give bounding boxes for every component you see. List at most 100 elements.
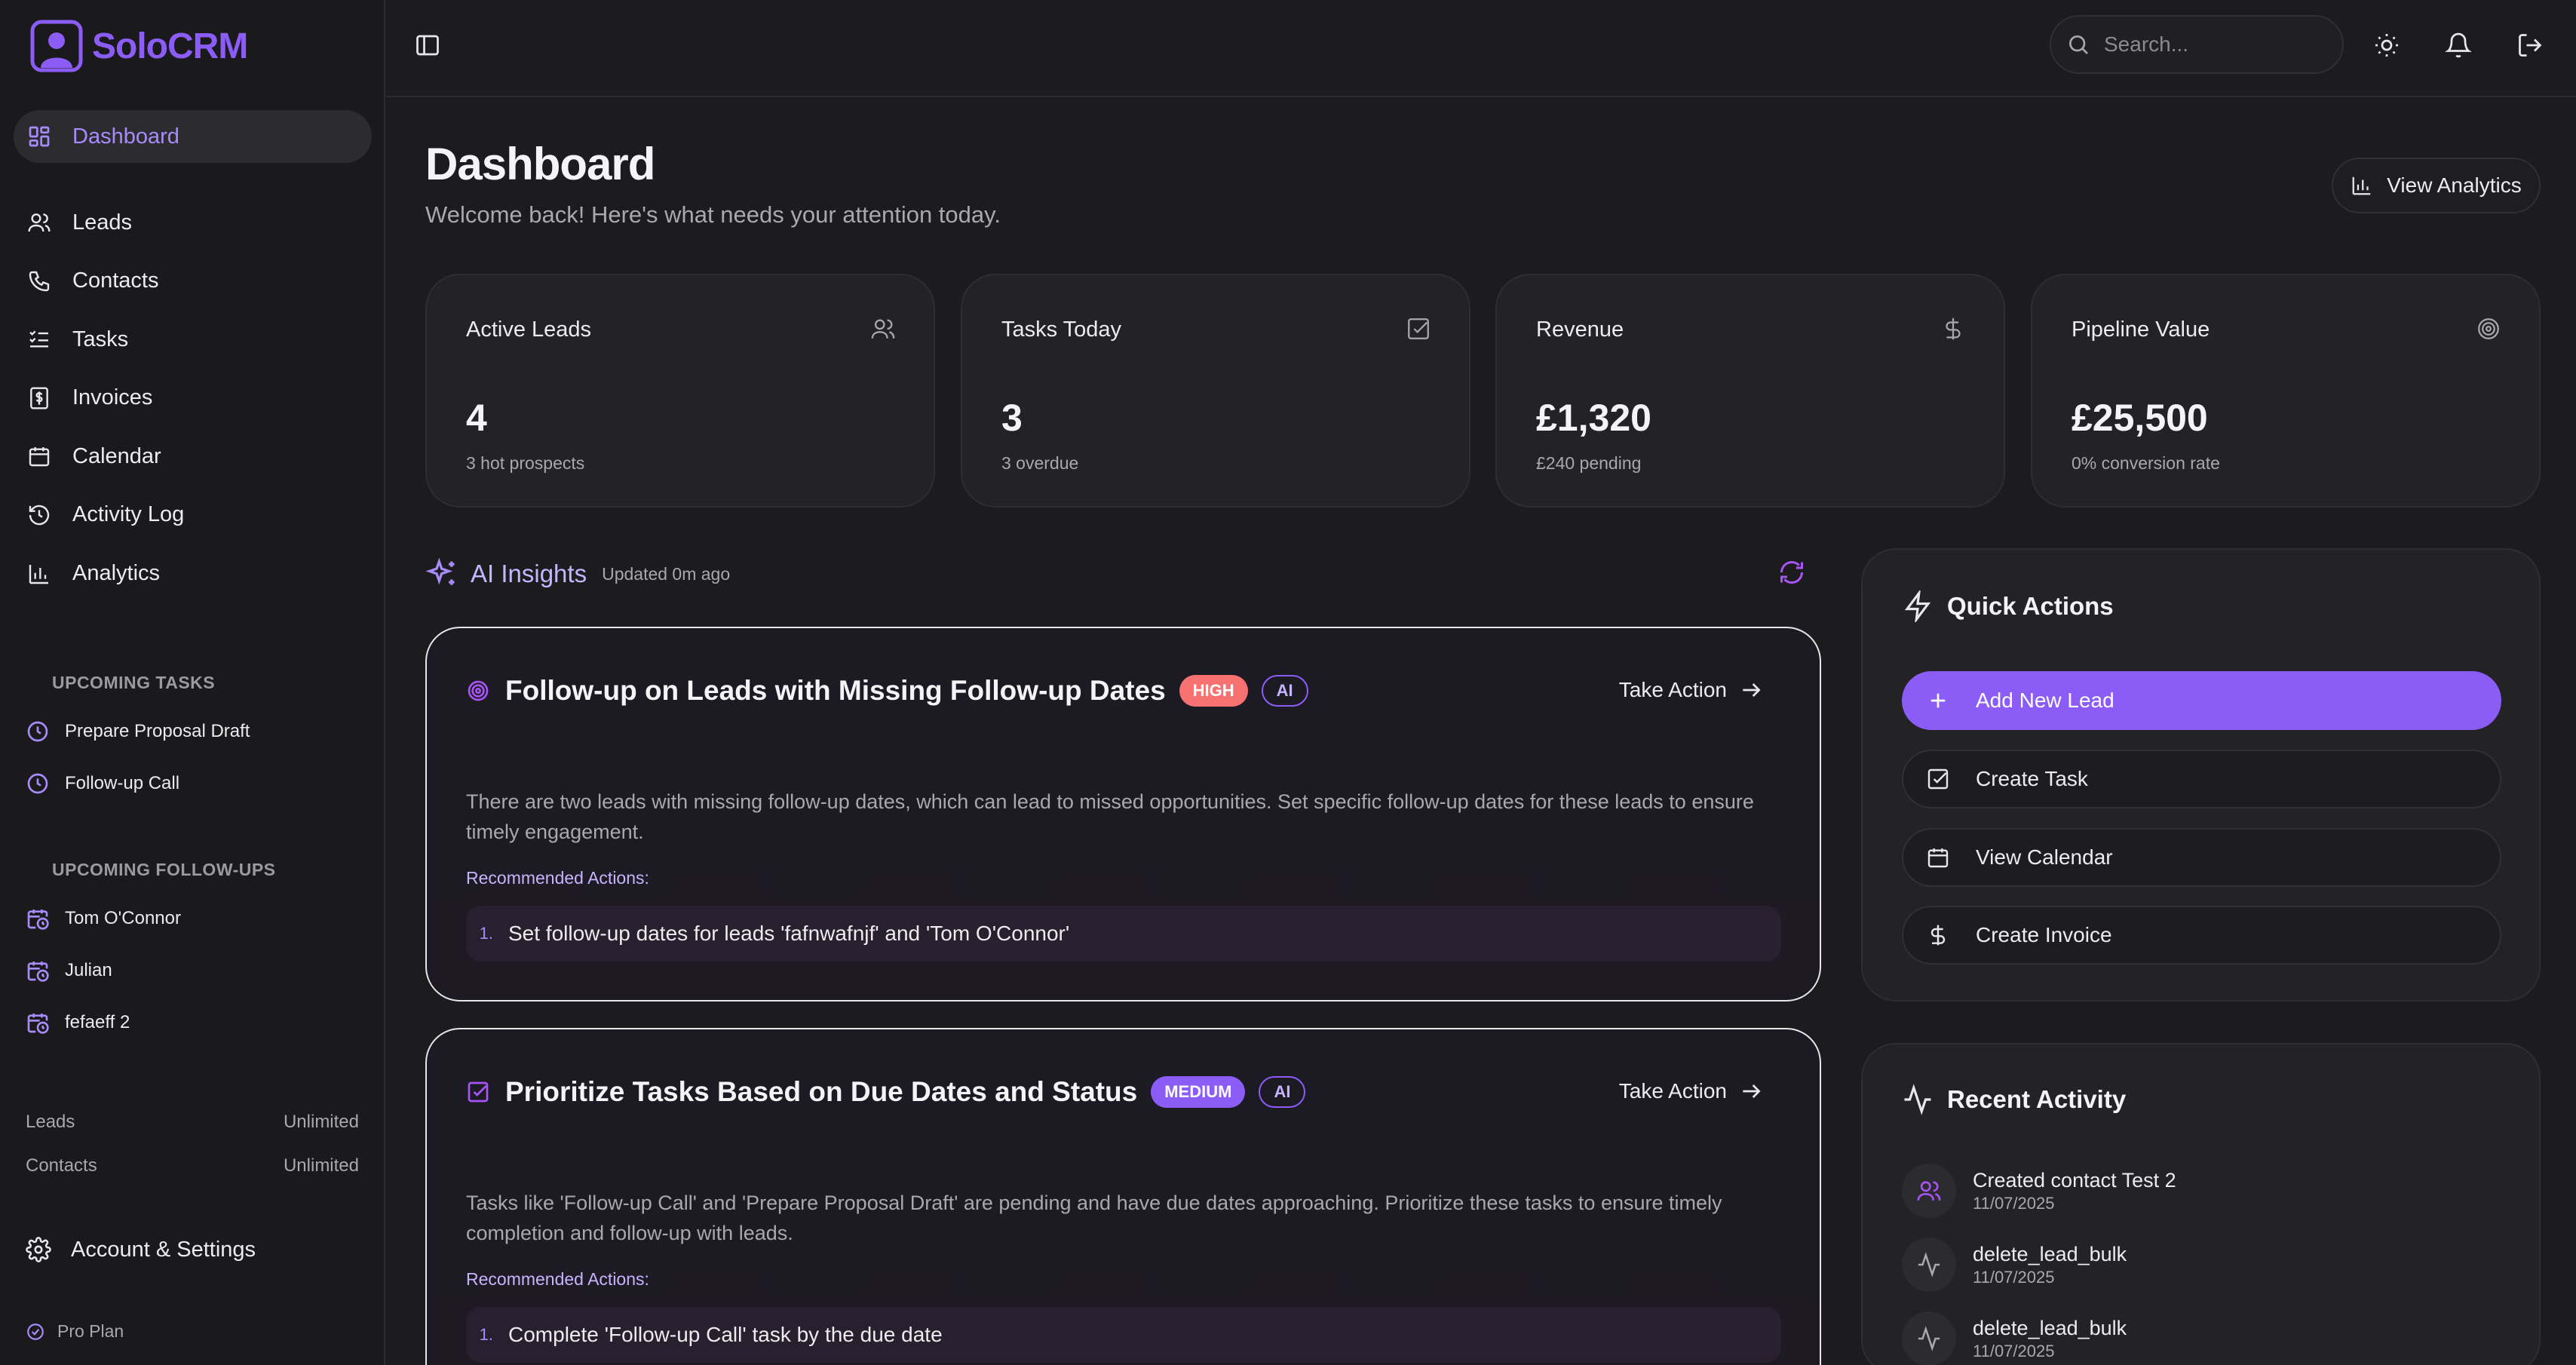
take-action-label: Take Action <box>1618 678 1727 701</box>
ai-badge: AI <box>1261 675 1308 707</box>
activity-item-icon <box>1902 1238 1956 1292</box>
recommended-actions-label: Recommended Actions: <box>466 868 649 888</box>
followup-label: fefaeff 2 <box>65 1011 130 1032</box>
stat-card-pipeline-value[interactable]: Pipeline Value £25,500 0% conversion rat… <box>2031 274 2541 508</box>
activity-item[interactable]: delete_lead_bulk 11/07/2025 <box>1902 1238 2127 1292</box>
ai-insights-header: AI Insights Updated 0m ago <box>425 557 730 590</box>
ai-insights-title: AI Insights <box>471 560 587 587</box>
refresh-icon[interactable] <box>1778 559 1805 586</box>
calendar-clock-icon <box>27 909 49 930</box>
nav-invoices[interactable]: Invoices <box>14 372 372 425</box>
activity-date: 11/07/2025 <box>1973 1194 2055 1213</box>
gear-icon <box>26 1237 51 1262</box>
stat-value: 4 <box>466 397 487 439</box>
checkbox-icon <box>1927 768 1949 790</box>
button-label: Add New Lead <box>1976 689 2114 712</box>
clock-icon <box>27 721 48 741</box>
clock-icon <box>27 773 48 793</box>
activity-icon <box>1918 1252 1940 1278</box>
stat-sub: £240 pending <box>1536 453 1642 473</box>
ai-insights-updated: Updated 0m ago <box>602 563 731 584</box>
upcoming-followups-list: Tom O'Connor Julian fefaeff 2 <box>26 892 357 1048</box>
take-action-button[interactable]: Take Action <box>1619 678 1763 702</box>
followup-item[interactable]: Tom O'Connor <box>26 892 357 944</box>
page-title: Dashboard <box>425 139 655 189</box>
upcoming-task-item[interactable]: Prepare Proposal Draft <box>26 705 357 757</box>
recent-activity-title: Recent Activity <box>1947 1085 2127 1113</box>
nav-analytics[interactable]: Analytics <box>14 548 372 600</box>
search-input[interactable] <box>2104 32 2315 57</box>
plan-label: Pro Plan <box>57 1321 124 1341</box>
followup-label: Tom O'Connor <box>65 907 181 928</box>
history-icon <box>29 505 50 526</box>
quick-actions-title: Quick Actions <box>1947 592 2114 620</box>
recommended-actions-label: Recommended Actions: <box>466 1269 649 1289</box>
usage-value: Unlimited <box>283 1155 359 1176</box>
insight-description: There are two leads with missing follow-… <box>466 790 1754 843</box>
target-icon <box>2478 318 2499 339</box>
activity-item[interactable]: delete_lead_bulk 11/07/2025 <box>1902 1311 2127 1365</box>
activity-icon <box>1918 1326 1940 1351</box>
logout-icon[interactable] <box>2516 32 2544 59</box>
stat-label: Active Leads <box>466 317 592 342</box>
usage-row: Leads Unlimited <box>26 1100 359 1144</box>
sun-icon[interactable] <box>2373 32 2400 59</box>
nav-label: Dashboard <box>72 124 179 149</box>
nav-tasks[interactable]: Tasks <box>14 313 372 366</box>
logo[interactable]: SoloCRM <box>30 20 248 72</box>
stat-label: Pipeline Value <box>2072 317 2210 342</box>
activity-item-icon <box>1902 1311 1956 1365</box>
take-action-button[interactable]: Take Action <box>1619 1079 1763 1103</box>
upcoming-task-label: Prepare Proposal Draft <box>65 720 250 741</box>
insight-title: Prioritize Tasks Based on Due Dates and … <box>505 1076 1138 1107</box>
account-settings-link[interactable]: Account & Settings <box>26 1237 256 1262</box>
insight-title: Follow-up on Leads with Missing Follow-u… <box>505 675 1166 706</box>
button-label: View Calendar <box>1976 845 2113 869</box>
create-task-button[interactable]: Create Task <box>1902 750 2501 808</box>
nav-contacts[interactable]: Contacts <box>14 255 372 308</box>
followup-item[interactable]: Julian <box>26 944 357 996</box>
activity-icon <box>1904 1084 1931 1115</box>
nav-dashboard[interactable]: Dashboard <box>14 110 372 163</box>
dollar-icon <box>1946 317 1961 340</box>
bar-chart-icon <box>29 564 48 584</box>
activity-item[interactable]: Created contact Test 2 11/07/2025 <box>1902 1164 2176 1218</box>
page-subtitle: Welcome back! Here's what needs your att… <box>425 201 1001 228</box>
stat-card-tasks-today[interactable]: Tasks Today 3 3 overdue <box>961 274 1470 508</box>
stat-value: 3 <box>1001 397 1023 439</box>
button-label: Create Task <box>1976 767 2088 790</box>
users-icon <box>871 319 895 339</box>
usage-value: Unlimited <box>283 1112 359 1132</box>
nav-label: Calendar <box>72 443 161 468</box>
stat-card-revenue[interactable]: Revenue £1,320 £240 pending <box>1495 274 2005 508</box>
view-analytics-label: View Analytics <box>2387 173 2522 197</box>
nav-leads[interactable]: Leads <box>14 196 372 249</box>
calendar-clock-icon <box>27 961 49 982</box>
followup-item[interactable]: fefaeff 2 <box>26 996 357 1048</box>
list-check-icon <box>29 330 48 348</box>
usage-label: Contacts <box>26 1155 97 1176</box>
plus-icon <box>1930 693 1946 708</box>
view-analytics-button[interactable]: View Analytics <box>2332 158 2541 213</box>
upcoming-task-label: Follow-up Call <box>65 772 180 793</box>
bell-icon[interactable] <box>2445 32 2472 59</box>
add-new-lead-button[interactable]: Add New Lead <box>1902 671 2501 730</box>
nav-activity-log[interactable]: Activity Log <box>14 489 372 541</box>
target-icon <box>468 680 489 701</box>
activity-title: Created contact Test 2 <box>1973 1169 2176 1192</box>
search-icon <box>2069 35 2088 54</box>
sidebar-toggle-icon[interactable] <box>414 32 441 59</box>
view-calendar-button[interactable]: View Calendar <box>1902 828 2501 887</box>
take-action-label: Take Action <box>1618 1079 1727 1103</box>
create-invoice-button[interactable]: Create Invoice <box>1902 906 2501 965</box>
usage-label: Leads <box>26 1112 75 1132</box>
nav-calendar[interactable]: Calendar <box>14 430 372 483</box>
check-circle-icon <box>27 1323 44 1340</box>
action-text: Complete 'Follow-up Call' task by the du… <box>508 1323 943 1346</box>
upcoming-task-item[interactable]: Follow-up Call <box>26 757 357 809</box>
search-box[interactable] <box>2050 15 2344 74</box>
main-nav: Dashboard Leads Contacts Tasks Invoices … <box>14 110 372 606</box>
nav-label: Leads <box>72 210 133 235</box>
stat-card-active-leads[interactable]: Active Leads 4 3 hot prospects <box>425 274 935 508</box>
plan-badge: Pro Plan <box>26 1321 124 1342</box>
